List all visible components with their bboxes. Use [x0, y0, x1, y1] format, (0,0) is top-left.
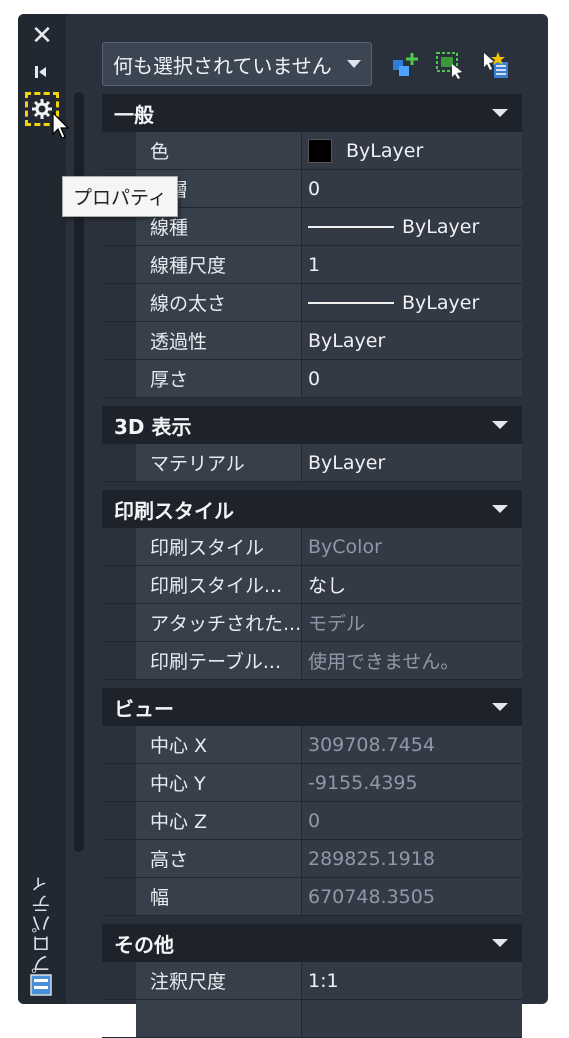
close-icon[interactable]: ✕ [26, 20, 58, 52]
property-row-transparency[interactable]: 透過性 ByLayer [102, 322, 522, 360]
property-value: ByColor [302, 528, 522, 565]
property-row-partial[interactable] [102, 1000, 522, 1038]
linetype-sample [308, 225, 394, 228]
property-value[interactable]: 0 [302, 170, 522, 207]
property-row-plot-style[interactable]: 印刷スタイル ByColor [102, 528, 522, 566]
property-row-center-y[interactable]: 中心 Y -9155.4395 [102, 764, 522, 802]
property-row-color[interactable]: 色 ByLayer [102, 132, 522, 170]
palette-vertical-title: プロパティ [30, 874, 55, 974]
property-value[interactable]: ByLayer [302, 322, 522, 359]
property-name: 注釈尺度 [136, 962, 302, 999]
section-title: ビュー [114, 696, 174, 721]
property-name: 中心 Z [136, 802, 302, 839]
collapse-icon[interactable] [492, 109, 508, 117]
property-value: 309708.7454 [302, 726, 522, 763]
property-name: 中心 X [136, 726, 302, 763]
toggle-pickadd-icon[interactable] [390, 50, 420, 80]
property-value-text: ByLayer [402, 291, 480, 314]
collapse-icon[interactable] [492, 939, 508, 947]
property-value-text: ByLayer [402, 215, 480, 238]
property-value[interactable]: 0 [302, 360, 522, 397]
quick-select-icon[interactable] [480, 50, 510, 80]
property-row-material[interactable]: マテリアル ByLayer [102, 444, 522, 482]
color-swatch [308, 138, 332, 163]
section-title: その他 [114, 932, 174, 957]
chevron-down-icon [347, 60, 361, 68]
property-value: 0 [302, 802, 522, 839]
property-row-linetype-scale[interactable]: 線種尺度 1 [102, 246, 522, 284]
section-plot-style[interactable]: 印刷スタイル [102, 490, 522, 528]
property-name: 印刷テーブル... [136, 642, 302, 679]
property-value: -9155.4395 [302, 764, 522, 801]
property-row-attached-to[interactable]: アタッチされた... モデル [102, 604, 522, 642]
property-row-width[interactable]: 幅 670748.3505 [102, 878, 522, 916]
auto-hide-icon[interactable] [26, 56, 58, 88]
collapse-icon[interactable] [492, 421, 508, 429]
lineweight-sample [308, 301, 394, 304]
mouse-cursor-icon [52, 112, 70, 139]
property-name: 厚さ [136, 360, 302, 397]
properties-toolbar: 何も選択されていません [102, 42, 522, 86]
collapse-icon[interactable] [492, 703, 508, 711]
section-title: 印刷スタイル [114, 498, 234, 523]
property-name: 高さ [136, 840, 302, 877]
property-row-height[interactable]: 高さ 289825.1918 [102, 840, 522, 878]
property-value[interactable]: 1 [302, 246, 522, 283]
palette-settings-icon[interactable] [30, 974, 52, 996]
section-title: 3D 表示 [114, 414, 192, 439]
select-objects-icon[interactable] [434, 50, 464, 80]
section-3d-visualization[interactable]: 3D 表示 [102, 406, 522, 444]
property-row-lineweight[interactable]: 線の太さ ByLayer [102, 284, 522, 322]
property-name [136, 1000, 302, 1037]
property-row-center-x[interactable]: 中心 X 309708.7454 [102, 726, 522, 764]
property-name: 印刷スタイル [136, 528, 302, 565]
property-name: 幅 [136, 878, 302, 915]
property-row-thickness[interactable]: 厚さ 0 [102, 360, 522, 398]
selection-dropdown-label: 何も選択されていません [113, 53, 332, 78]
property-name: 透過性 [136, 322, 302, 359]
selection-dropdown[interactable]: 何も選択されていません [102, 42, 372, 86]
properties-palette: ✕ プロパティ 何も選択されていません 一般 色 ByLayer 0 線種 By… [18, 14, 548, 1038]
property-value: モデル [302, 604, 522, 641]
property-name: 色 [136, 132, 302, 169]
property-name: 線種尺度 [136, 246, 302, 283]
property-name: 中心 Y [136, 764, 302, 801]
property-row-center-z[interactable]: 中心 Z0 [102, 802, 522, 840]
property-row-annotation-scale[interactable]: 注釈尺度 1:1 [102, 962, 522, 1000]
property-name: 線の太さ [136, 284, 302, 321]
property-row-plot-table-type[interactable]: 印刷テーブル... 使用できません。 [102, 642, 522, 680]
property-value[interactable]: 1:1 [302, 962, 522, 999]
property-value-text: ByLayer [346, 139, 424, 162]
property-name: 印刷スタイル... [136, 566, 302, 603]
property-value: 289825.1918 [302, 840, 522, 877]
section-title: 一般 [114, 102, 154, 127]
property-name: アタッチされた... [136, 604, 302, 641]
collapse-icon[interactable] [492, 505, 508, 513]
palette-title-bar: ✕ プロパティ [18, 14, 66, 1004]
property-value[interactable]: ByLayer [302, 132, 522, 169]
property-value[interactable]: ByLayer [302, 284, 522, 321]
property-value[interactable]: ByLayer [302, 444, 522, 481]
property-value[interactable]: ByLayer [302, 208, 522, 245]
property-name: マテリアル [136, 444, 302, 481]
property-value: 使用できません。 [302, 642, 522, 679]
property-row-plot-style-table[interactable]: 印刷スタイル... なし [102, 566, 522, 604]
section-misc[interactable]: その他 [102, 924, 522, 962]
property-value: 670748.3505 [302, 878, 522, 915]
tooltip: プロパティ [62, 176, 178, 217]
section-general[interactable]: 一般 [102, 94, 522, 132]
property-value[interactable] [302, 1000, 522, 1037]
section-view[interactable]: ビュー [102, 688, 522, 726]
property-value[interactable]: なし [302, 566, 522, 603]
